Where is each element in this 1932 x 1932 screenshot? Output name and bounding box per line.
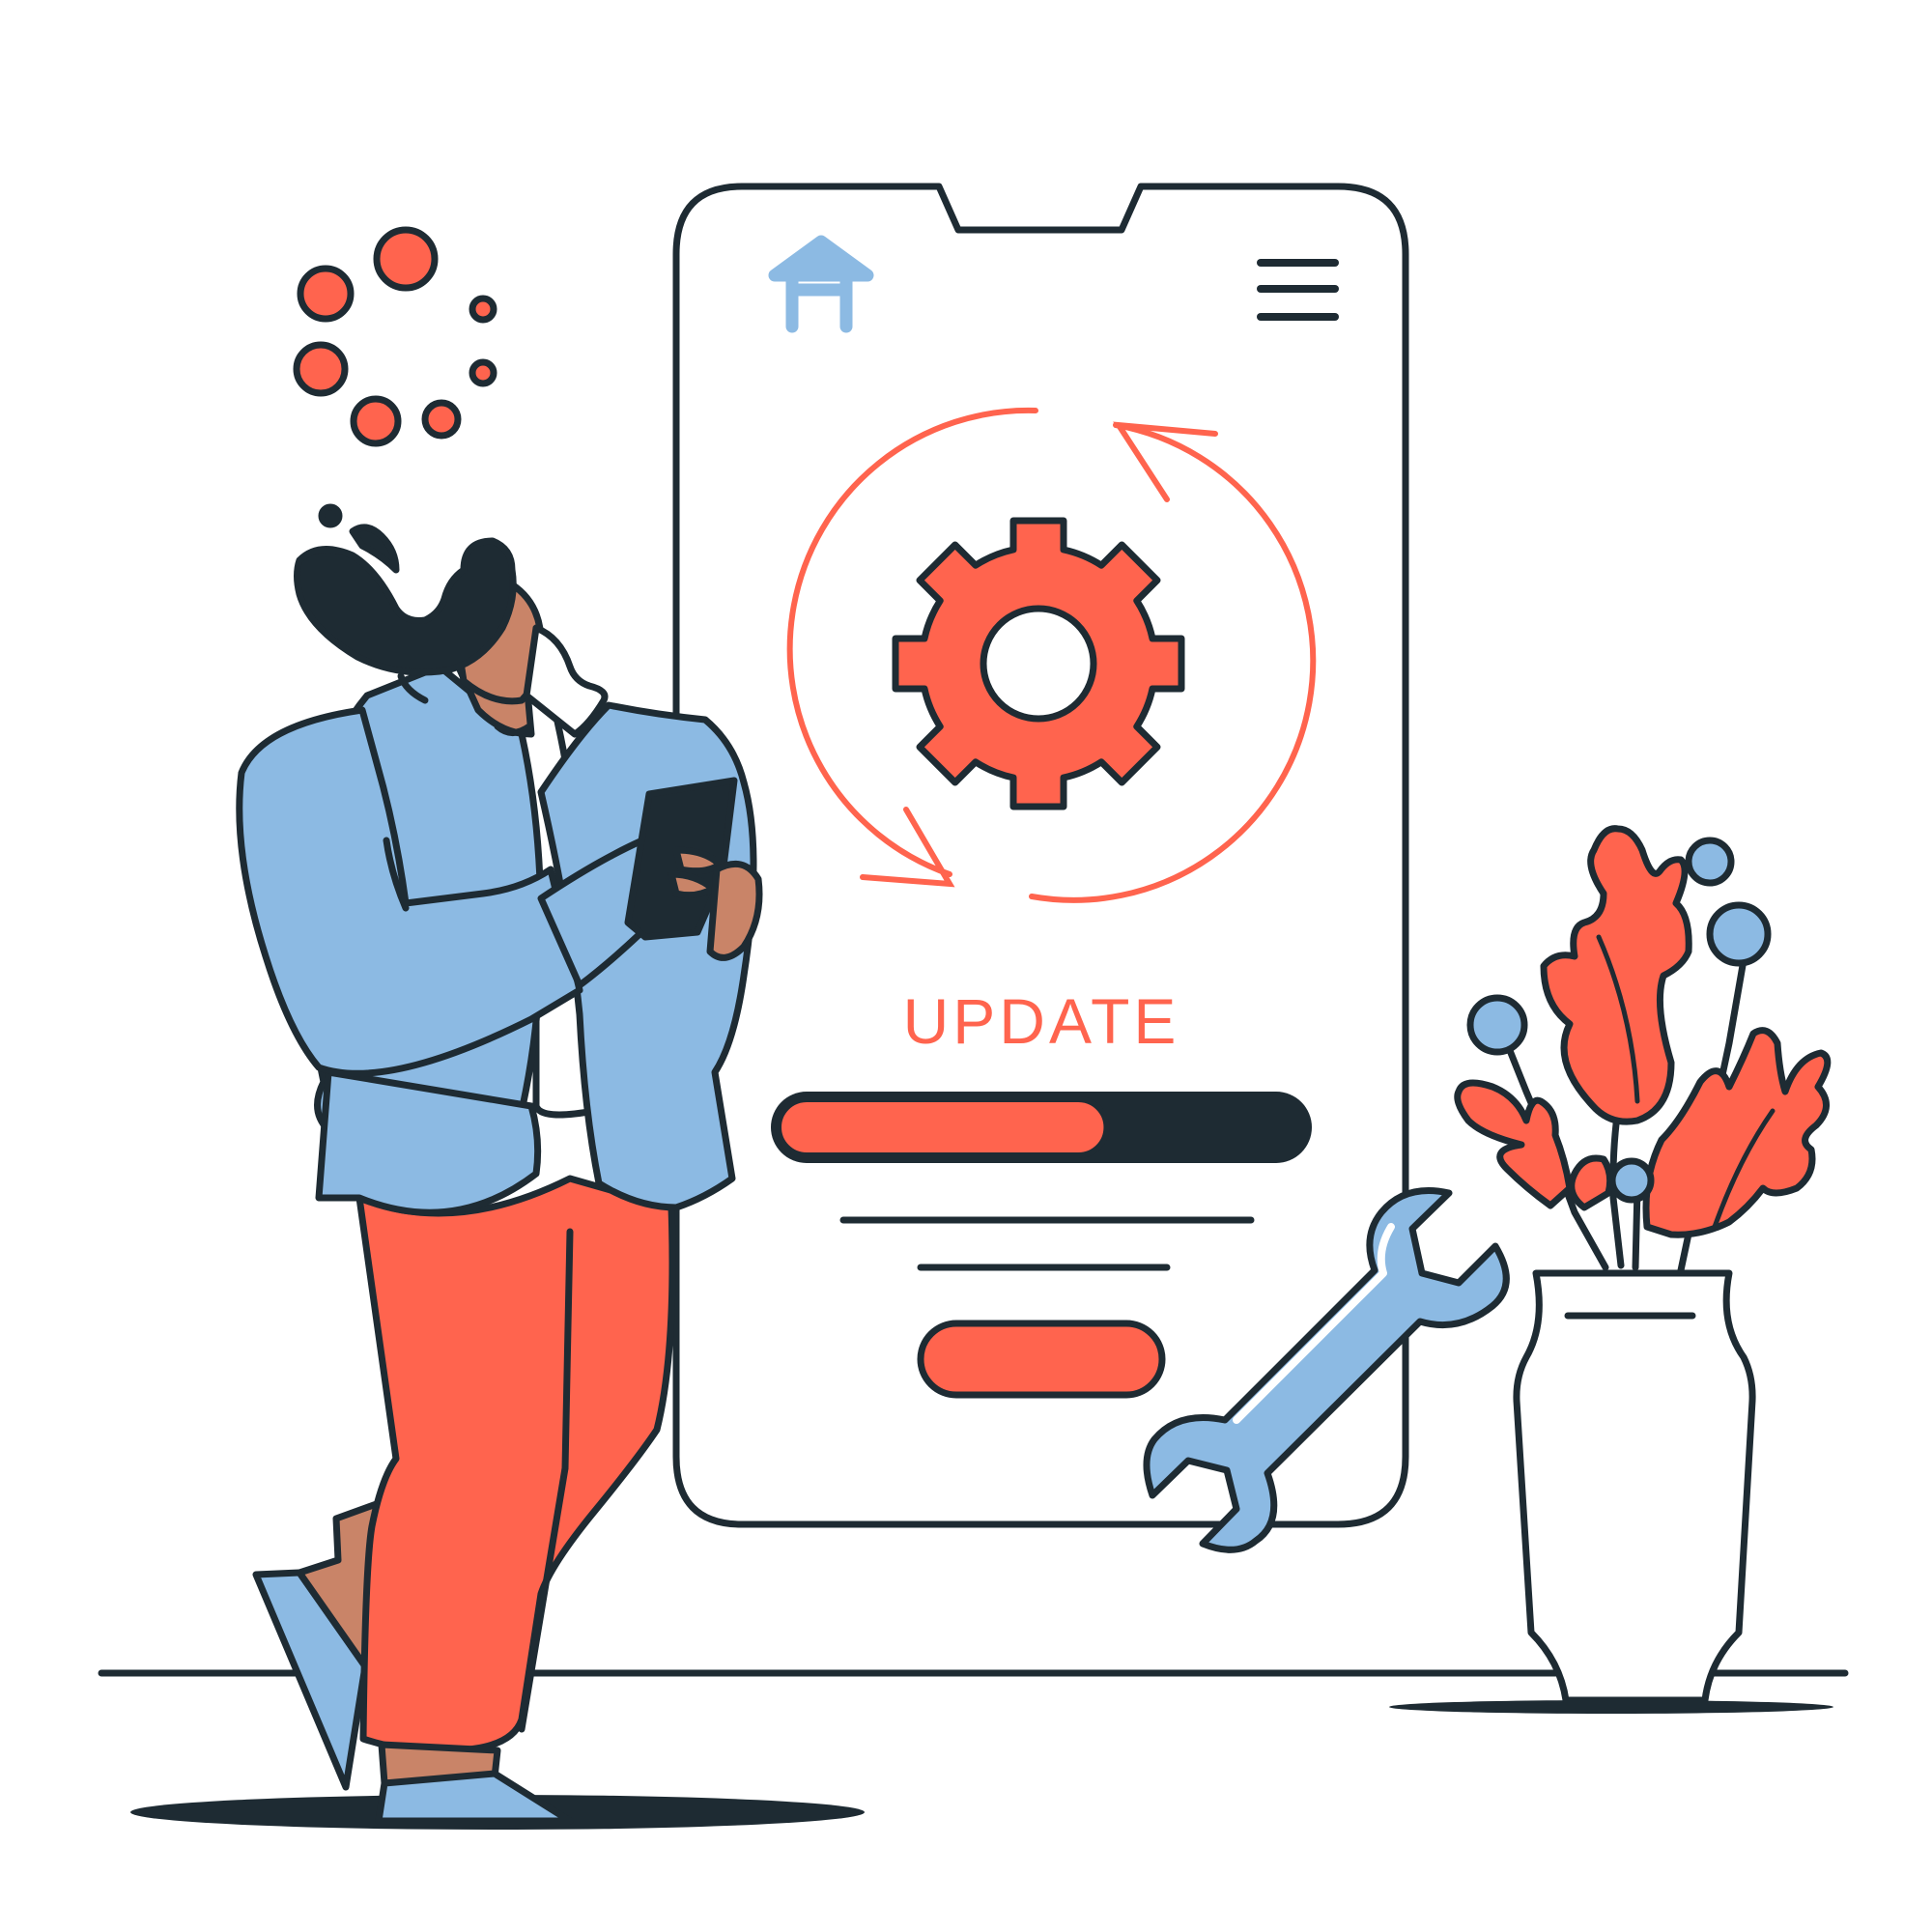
plant-berry xyxy=(1685,837,1735,887)
phone-mockup: UPDATE xyxy=(672,183,1409,1528)
plant-berry xyxy=(1706,901,1772,967)
update-title: UPDATE xyxy=(903,985,1180,1057)
gear-icon xyxy=(892,517,1185,810)
plant-berry xyxy=(1466,994,1528,1056)
update-action-button[interactable] xyxy=(917,1320,1166,1399)
update-illustration: UPDATE xyxy=(98,183,1849,1830)
plant-leaf xyxy=(1568,1154,1614,1211)
plant-leaf xyxy=(1540,825,1692,1125)
vase xyxy=(1513,1269,1756,1704)
trousers xyxy=(355,1175,676,1754)
plant-leaf xyxy=(1454,1079,1574,1209)
hair xyxy=(294,537,517,676)
thinking-dots xyxy=(293,226,497,447)
plant-berry xyxy=(1608,1157,1655,1204)
progress-bar xyxy=(771,1092,1312,1163)
potted-plant xyxy=(1454,825,1832,1704)
progress-fill xyxy=(776,1096,1110,1158)
